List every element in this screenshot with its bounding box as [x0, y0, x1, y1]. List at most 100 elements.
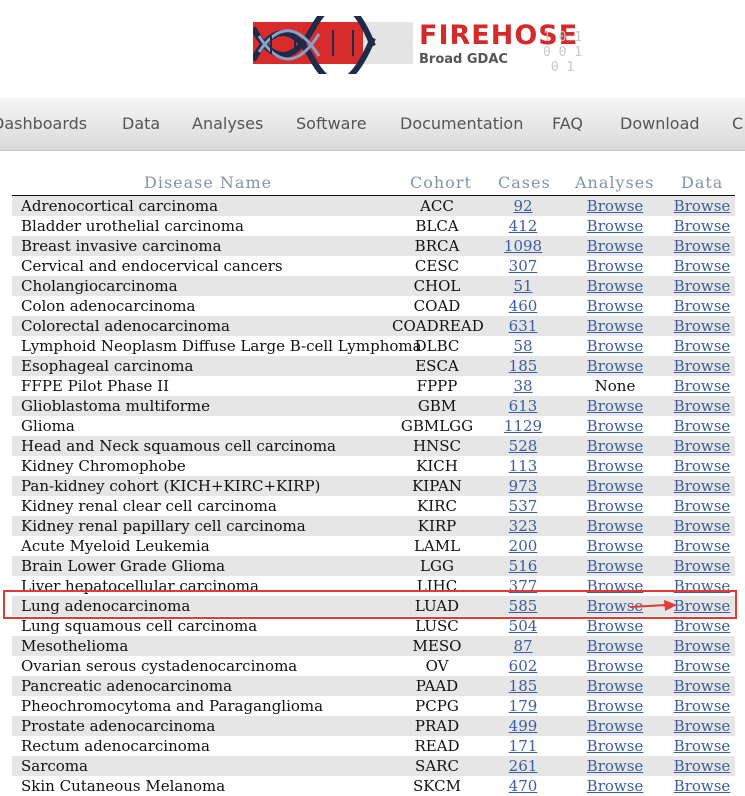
cases-count-link[interactable]: 38 [497, 376, 549, 396]
nav-item-clipped[interactable]: C [732, 98, 743, 150]
cases-count-link[interactable]: 585 [497, 596, 549, 616]
analyses-browse-link[interactable]: Browse [577, 576, 653, 596]
data-browse-link[interactable]: Browse [668, 716, 736, 736]
data-browse-link[interactable]: Browse [668, 496, 736, 516]
nav-item-documentation[interactable]: Documentation [400, 98, 523, 150]
cases-count-link[interactable]: 1129 [497, 416, 549, 436]
analyses-browse-link[interactable]: Browse [577, 416, 653, 436]
data-browse-link[interactable]: Browse [668, 636, 736, 656]
analyses-browse-link[interactable]: Browse [577, 356, 653, 376]
data-browse-link[interactable]: Browse [668, 576, 736, 596]
data-browse-link[interactable]: Browse [668, 556, 736, 576]
data-browse-link[interactable]: Browse [668, 396, 736, 416]
data-browse-link[interactable]: Browse [668, 276, 736, 296]
cases-count-link[interactable]: 973 [497, 476, 549, 496]
data-browse-link[interactable]: Browse [668, 196, 736, 216]
data-browse-link[interactable]: Browse [668, 256, 736, 276]
analyses-browse-link[interactable]: Browse [577, 216, 653, 236]
cases-count-link[interactable]: 460 [497, 296, 549, 316]
cases-count-link[interactable]: 92 [497, 196, 549, 216]
data-browse-link[interactable]: Browse [668, 356, 736, 376]
data-browse-link[interactable]: Browse [668, 536, 736, 556]
cases-count-link[interactable]: 185 [497, 676, 549, 696]
analyses-browse-link[interactable]: Browse [577, 336, 653, 356]
analyses-browse-link[interactable]: Browse [577, 396, 653, 416]
data-browse-link[interactable]: Browse [668, 696, 736, 716]
firehose-logo[interactable]: FIREHOSE Broad GDAC 1 0 1 0 0 1 0 1 [253, 14, 613, 75]
analyses-browse-link[interactable]: Browse [577, 736, 653, 756]
analyses-browse-link[interactable]: Browse [577, 316, 653, 336]
analyses-browse-link[interactable]: Browse [577, 256, 653, 276]
data-browse-link[interactable]: Browse [668, 436, 736, 456]
disease-name-cell: Ovarian serous cystadenocarcinoma [21, 657, 298, 675]
cases-count-link[interactable]: 528 [497, 436, 549, 456]
data-browse-link[interactable]: Browse [668, 376, 736, 396]
analyses-browse-link[interactable]: Browse [577, 656, 653, 676]
data-browse-link[interactable]: Browse [668, 236, 736, 256]
cases-count-link[interactable]: 613 [497, 396, 549, 416]
data-browse-link[interactable]: Browse [668, 456, 736, 476]
analyses-browse-link[interactable]: Browse [577, 756, 653, 776]
nav-item-dashboards[interactable]: Dashboards [0, 98, 87, 150]
cases-count-link[interactable]: 87 [497, 636, 549, 656]
cases-count-link[interactable]: 516 [497, 556, 549, 576]
analyses-browse-link[interactable]: Browse [577, 436, 653, 456]
cases-count-link[interactable]: 323 [497, 516, 549, 536]
cases-count-link[interactable]: 200 [497, 536, 549, 556]
cases-count-link[interactable]: 185 [497, 356, 549, 376]
nav-item-data[interactable]: Data [122, 98, 160, 150]
cases-count-link[interactable]: 537 [497, 496, 549, 516]
cases-count-link[interactable]: 261 [497, 756, 549, 776]
cases-count-link[interactable]: 171 [497, 736, 549, 756]
data-browse-link[interactable]: Browse [668, 756, 736, 776]
cases-count-link[interactable]: 504 [497, 616, 549, 636]
analyses-browse-link[interactable]: Browse [577, 776, 653, 796]
table-row: Lymphoid Neoplasm Diffuse Large B-cell L… [12, 336, 735, 356]
analyses-browse-link[interactable]: Browse [577, 716, 653, 736]
cases-count-link[interactable]: 602 [497, 656, 549, 676]
data-browse-link[interactable]: Browse [668, 416, 736, 436]
cases-count-link[interactable]: 179 [497, 696, 549, 716]
analyses-browse-link[interactable]: Browse [577, 516, 653, 536]
data-browse-link[interactable]: Browse [668, 316, 736, 336]
nav-item-faq[interactable]: FAQ [552, 98, 583, 150]
data-browse-link[interactable]: Browse [668, 216, 736, 236]
nav-item-download[interactable]: Download [620, 98, 700, 150]
analyses-browse-link[interactable]: Browse [577, 696, 653, 716]
data-browse-link[interactable]: Browse [668, 656, 736, 676]
analyses-browse-link[interactable]: Browse [577, 536, 653, 556]
cases-count-link[interactable]: 58 [497, 336, 549, 356]
analyses-browse-link[interactable]: Browse [577, 276, 653, 296]
cases-count-link[interactable]: 377 [497, 576, 549, 596]
nav-item-software[interactable]: Software [296, 98, 367, 150]
data-browse-link[interactable]: Browse [668, 336, 736, 356]
table-row: Liver hepatocellular carcinoma LIHC 377 Bro… [12, 576, 735, 596]
analyses-browse-link[interactable]: Browse [577, 636, 653, 656]
data-browse-link[interactable]: Browse [668, 776, 736, 796]
cases-count-link[interactable]: 412 [497, 216, 549, 236]
cases-count-link[interactable]: 470 [497, 776, 549, 796]
analyses-browse-link[interactable]: Browse [577, 196, 653, 216]
data-browse-link[interactable]: Browse [668, 736, 736, 756]
data-browse-link[interactable]: Browse [668, 616, 736, 636]
nav-item-analyses[interactable]: Analyses [192, 98, 263, 150]
data-browse-link[interactable]: Browse [668, 296, 736, 316]
analyses-browse-link[interactable]: Browse [577, 476, 653, 496]
analyses-browse-link[interactable]: Browse [577, 616, 653, 636]
data-browse-link[interactable]: Browse [668, 676, 736, 696]
analyses-browse-link[interactable]: Browse [577, 676, 653, 696]
cases-count-link[interactable]: 631 [497, 316, 549, 336]
analyses-browse-link[interactable]: Browse [577, 496, 653, 516]
data-browse-link[interactable]: Browse [668, 516, 736, 536]
cases-count-link[interactable]: 499 [497, 716, 549, 736]
cases-count-link[interactable]: 51 [497, 276, 549, 296]
cases-count-link[interactable]: 307 [497, 256, 549, 276]
cases-count-link[interactable]: 113 [497, 456, 549, 476]
analyses-browse-link[interactable]: Browse [577, 456, 653, 476]
data-browse-link[interactable]: Browse [668, 596, 736, 616]
cases-count-link[interactable]: 1098 [497, 236, 549, 256]
analyses-browse-link[interactable]: Browse [577, 236, 653, 256]
data-browse-link[interactable]: Browse [668, 476, 736, 496]
analyses-browse-link[interactable]: Browse [577, 296, 653, 316]
analyses-browse-link[interactable]: Browse [577, 556, 653, 576]
